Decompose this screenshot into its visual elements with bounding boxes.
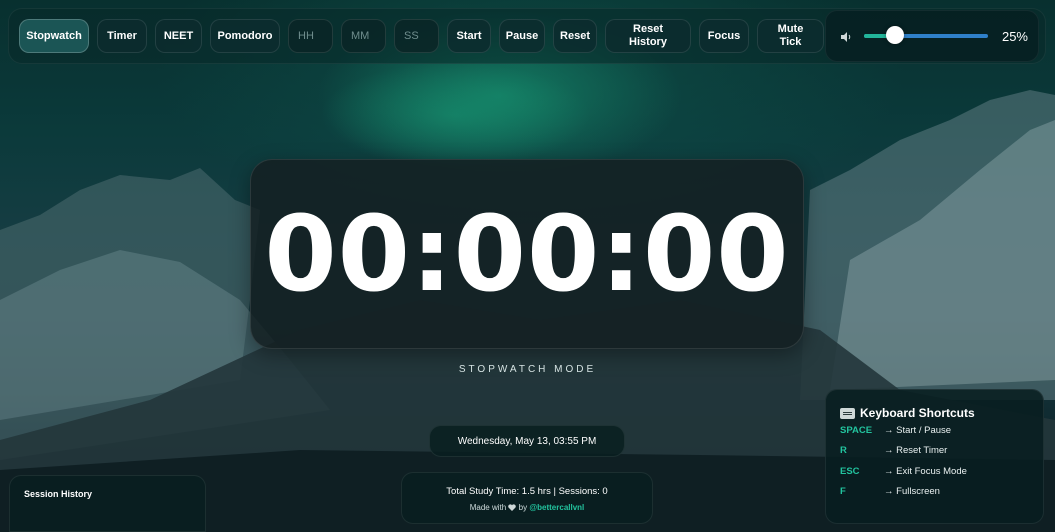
volume-control: 25% bbox=[825, 10, 1039, 62]
keyboard-icon bbox=[840, 407, 855, 419]
seconds-input[interactable] bbox=[394, 19, 439, 53]
focus-button[interactable]: Focus bbox=[699, 19, 749, 53]
stopwatch-mode-button[interactable]: Stopwatch bbox=[19, 19, 89, 53]
session-history-title: Session History bbox=[24, 489, 93, 499]
made-with-prefix: Made with bbox=[469, 503, 507, 512]
volume-slider-handle[interactable] bbox=[886, 26, 904, 44]
shortcut-key: SPACE bbox=[840, 424, 873, 436]
shortcut-row: F → Fullscreen bbox=[840, 482, 1043, 503]
shortcut-key: R bbox=[840, 445, 847, 457]
shortcut-desc: → Fullscreen bbox=[884, 486, 940, 498]
minutes-input[interactable] bbox=[341, 19, 386, 53]
reset-button[interactable]: Reset bbox=[553, 19, 597, 53]
speaker-icon[interactable] bbox=[840, 30, 852, 42]
shortcut-row: R → Reset Timer bbox=[840, 441, 1043, 462]
timer-mode-button[interactable]: Timer bbox=[97, 19, 147, 53]
study-stats: Total Study Time: 1.5 hrs | Sessions: 0 … bbox=[401, 472, 653, 524]
shortcut-key: ESC bbox=[840, 465, 860, 477]
shortcuts-title: Keyboard Shortcuts bbox=[860, 406, 975, 420]
shortcuts-title-row: Keyboard Shortcuts bbox=[840, 406, 1043, 420]
pomodoro-mode-button[interactable]: Pomodoro bbox=[210, 19, 280, 53]
study-summary: Total Study Time: 1.5 hrs | Sessions: 0 bbox=[446, 486, 608, 497]
reset-history-button[interactable]: Reset History bbox=[605, 19, 691, 53]
shortcut-key: F bbox=[840, 486, 846, 498]
mode-label: STOPWATCH MODE bbox=[458, 364, 597, 375]
mute-tick-button[interactable]: Mute Tick bbox=[757, 19, 824, 53]
session-history-panel: Session History bbox=[9, 475, 206, 532]
made-with-credit: Made with by @bettercallvnl bbox=[402, 503, 652, 512]
neet-mode-button[interactable]: NEET bbox=[155, 19, 202, 53]
hours-input[interactable] bbox=[288, 19, 333, 53]
volume-slider[interactable] bbox=[864, 26, 988, 44]
timer-display: 00:00:00 bbox=[264, 193, 790, 315]
pause-button[interactable]: Pause bbox=[499, 19, 545, 53]
keyboard-shortcuts-panel: Keyboard Shortcuts SPACE → Start / Pause… bbox=[825, 389, 1044, 524]
volume-percent: 25% bbox=[1001, 28, 1028, 44]
start-button[interactable]: Start bbox=[447, 19, 491, 53]
shortcut-desc: → Start / Pause bbox=[884, 424, 952, 436]
shortcut-row: SPACE → Start / Pause bbox=[840, 420, 1043, 441]
heart-icon bbox=[508, 503, 518, 512]
made-with-by: by bbox=[518, 503, 528, 512]
shortcut-desc: → Reset Timer bbox=[884, 445, 948, 457]
shortcut-desc: → Exit Focus Mode bbox=[884, 465, 967, 477]
author-link[interactable]: @bettercallvnl bbox=[529, 503, 584, 512]
timer-display-card: 00:00:00 bbox=[250, 159, 804, 349]
date-display: Wednesday, May 13, 03:55 PM bbox=[429, 425, 625, 457]
shortcut-row: ESC → Exit Focus Mode bbox=[840, 461, 1043, 482]
